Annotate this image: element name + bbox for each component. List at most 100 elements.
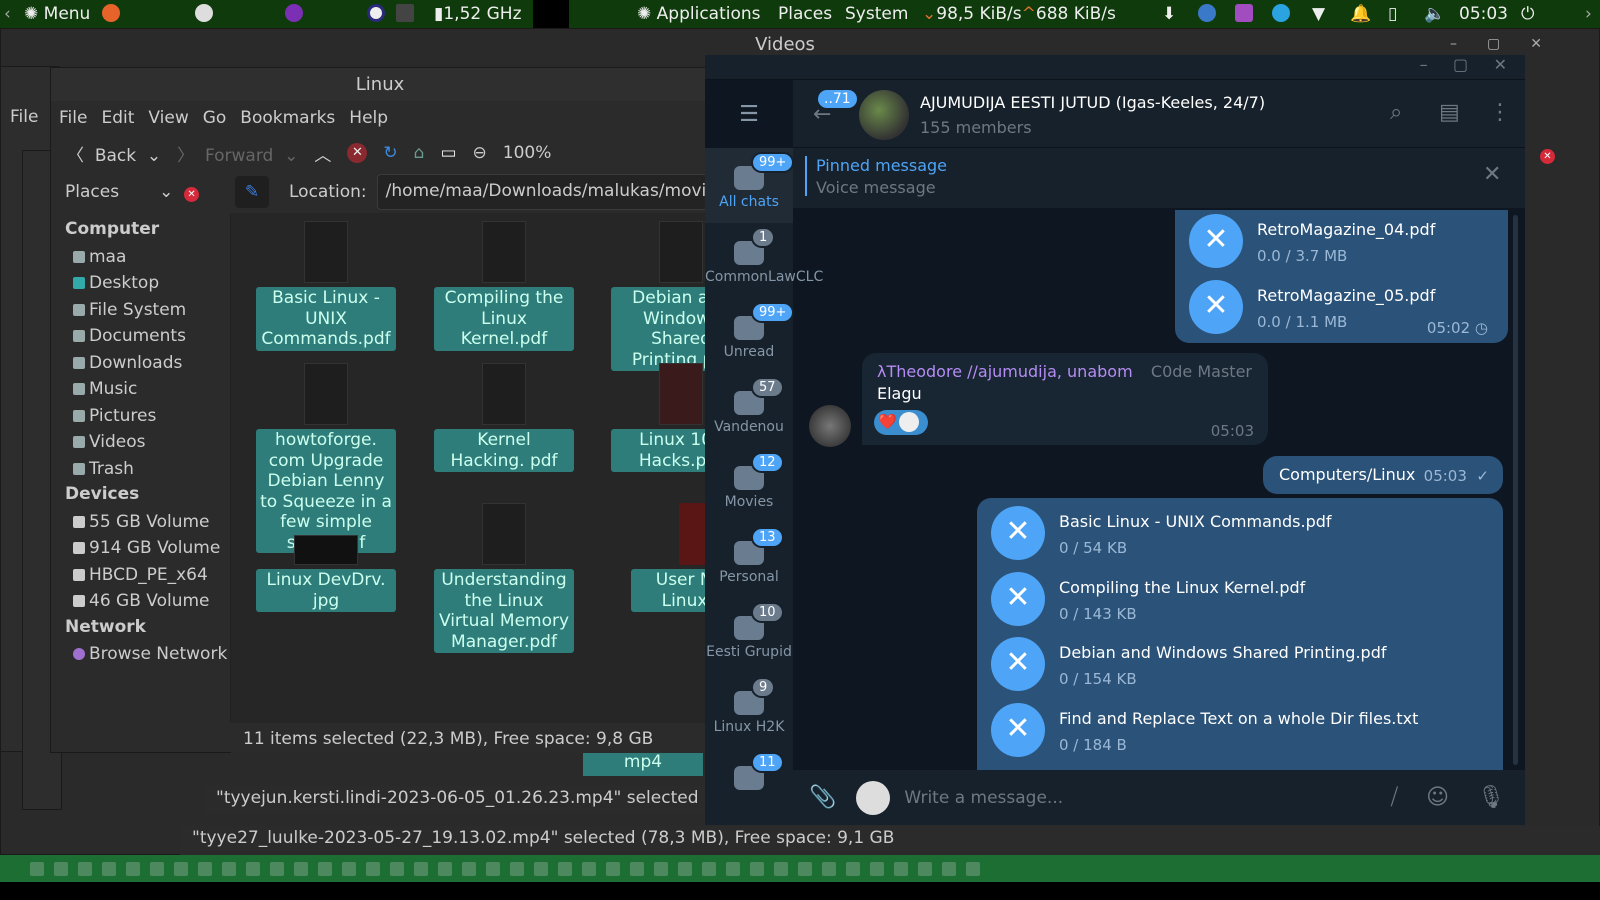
taskbar-window-button[interactable] xyxy=(942,861,956,876)
file-item[interactable]: Linux 101 Hacks.pdf xyxy=(611,363,711,472)
sidebar-item-trash[interactable]: Trash xyxy=(51,456,230,483)
taskbar-window-button[interactable] xyxy=(558,861,572,876)
taskbar-window-button[interactable] xyxy=(462,861,476,876)
taskbar-window-button[interactable] xyxy=(102,861,116,876)
taskbar-window-button[interactable] xyxy=(318,861,332,876)
file-item[interactable]: Linux DevDrv. jpg xyxy=(256,503,396,612)
cancel-download-icon[interactable]: ✕ xyxy=(991,702,1045,757)
pinned-message-bar[interactable]: Pinned message Voice message ✕ xyxy=(793,148,1525,208)
places-menu[interactable]: Places xyxy=(778,4,832,24)
sidebar-item-volume[interactable]: 46 GB Volume xyxy=(51,588,230,615)
telegram-tray-icon[interactable] xyxy=(1272,4,1290,27)
taskbar-window-button[interactable] xyxy=(726,861,740,876)
file-item[interactable]: Debian and Windows Shared Printing.pdf xyxy=(611,221,711,375)
download-arrow-icon[interactable]: ⬇ xyxy=(1162,4,1176,24)
reaction-heart[interactable]: ❤️ xyxy=(874,410,928,435)
chat-scrollbar[interactable] xyxy=(1513,215,1518,765)
reload-button[interactable]: ↻ xyxy=(383,143,397,163)
microphone-icon[interactable]: 🎙 xyxy=(1477,785,1505,810)
more-icon[interactable]: ⋮ xyxy=(1489,100,1511,125)
close-sidebar-icon[interactable]: ✕ xyxy=(184,187,200,202)
taskbar-window-button[interactable] xyxy=(342,861,356,876)
bg-menu-file[interactable]: File xyxy=(10,107,38,127)
folder-tab[interactable]: 57 Vandenou xyxy=(705,373,793,448)
sidebar-item-maa[interactable]: maa xyxy=(51,244,230,271)
attach-icon[interactable]: 📎 xyxy=(809,785,836,810)
taskbar-window-button[interactable] xyxy=(222,861,236,876)
qbittorrent-icon[interactable] xyxy=(1198,4,1216,27)
firefox-icon[interactable] xyxy=(102,4,120,27)
taskbar-window-button[interactable] xyxy=(414,861,428,876)
zoom-out-button[interactable]: ⊖ xyxy=(473,143,487,163)
location-input[interactable]: /home/maa/Downloads/malukas/movies/Linux xyxy=(376,174,709,210)
taskbar-window-button[interactable] xyxy=(438,861,452,876)
folder-tab[interactable]: 11 xyxy=(705,748,793,823)
sidebar-item-downloads[interactable]: Downloads xyxy=(51,350,230,377)
chat-title[interactable]: AJUMUDIJA EESTI JUTUD (Igas-Keeles, 24/7… xyxy=(920,93,1265,112)
menu-edit[interactable]: Edit xyxy=(101,108,134,128)
window-controls[interactable]: – ▢ ✕ xyxy=(705,55,1525,80)
edit-location-button[interactable]: ✎ xyxy=(235,176,269,208)
places-selector[interactable]: Places ⌄ ✕ xyxy=(51,182,231,202)
taskbar-window-button[interactable] xyxy=(126,861,140,876)
audio-app-icon[interactable] xyxy=(1235,4,1253,27)
folder-tab[interactable]: 13 Personal xyxy=(705,523,793,598)
taskbar-window-button[interactable] xyxy=(390,861,404,876)
sidebar-item-filesystem[interactable]: File System xyxy=(51,297,230,324)
cancel-download-icon[interactable]: ✕ xyxy=(1189,279,1243,334)
folder-tab[interactable]: 1 CommonLawCLC xyxy=(705,223,823,298)
taskbar-window-button[interactable] xyxy=(702,861,716,876)
wifi-icon[interactable]: ▼ xyxy=(1312,4,1325,24)
taskbar-window-button[interactable] xyxy=(174,861,188,876)
taskbar-window-button[interactable] xyxy=(270,861,284,876)
document-item[interactable]: ✕ Basic Linux - UNIX Commands.pdf 0 / 54 K… xyxy=(991,506,1489,572)
cancel-download-icon[interactable]: ✕ xyxy=(991,571,1045,626)
computer-button[interactable]: ▭ xyxy=(440,143,456,163)
taskbar-window-button[interactable] xyxy=(774,861,788,876)
sender-name[interactable]: λTheodore //ajumudija, unabom xyxy=(877,362,1133,381)
taskbar-window-button[interactable] xyxy=(870,861,884,876)
file-item[interactable]: Basic Linux - UNIX Commands.pdf xyxy=(256,221,396,351)
chat-avatar[interactable] xyxy=(859,90,909,140)
taskbar-window-button[interactable] xyxy=(798,861,812,876)
taskbar-window-button[interactable] xyxy=(150,861,164,876)
taskbar-window-button[interactable] xyxy=(54,861,68,876)
system-menu[interactable]: System xyxy=(845,4,908,24)
power-icon[interactable]: ⏻ xyxy=(1521,4,1534,24)
folder-tab[interactable]: 99+ Unread xyxy=(705,298,795,373)
taskbar-window-button[interactable] xyxy=(750,861,764,876)
menu-bookmarks[interactable]: Bookmarks xyxy=(240,108,335,128)
taskbar-window-button[interactable] xyxy=(678,861,692,876)
folder-tab[interactable]: 10 Eesti Grupid xyxy=(705,598,793,673)
sidebar-item-documents[interactable]: Documents xyxy=(51,323,230,350)
panel-scroll-right[interactable]: › xyxy=(1585,4,1592,24)
taskbar-window-button[interactable] xyxy=(366,861,380,876)
taskbar-window-button[interactable] xyxy=(198,861,212,876)
document-item[interactable]: ✕ Find and Replace Text on a whole Dir fi… xyxy=(991,702,1489,769)
menu-file[interactable]: File xyxy=(59,108,87,128)
panel-scroll-left[interactable]: ‹ xyxy=(4,4,11,24)
taskbar-window-button[interactable] xyxy=(510,861,524,876)
folder-tab[interactable]: 12 Movies xyxy=(705,448,793,523)
sidebar-item-volume[interactable]: 55 GB Volume xyxy=(51,509,230,536)
document-item[interactable]: ✕ Debian and Windows Shared Printing.pdf 0… xyxy=(991,637,1489,703)
send-as-avatar[interactable] xyxy=(856,780,891,815)
forward-button[interactable]: 〉 Forward ⌄ xyxy=(177,141,298,166)
bg-file-label[interactable]: mp4 xyxy=(583,752,703,776)
folder-tab[interactable]: 99+ All chats xyxy=(705,148,795,223)
search-icon[interactable]: ⌕ xyxy=(1390,100,1402,125)
voice-chat-icon[interactable]: ▤ xyxy=(1439,100,1460,125)
cancel-download-icon[interactable]: ✕ xyxy=(991,637,1045,691)
taskbar-window-button[interactable] xyxy=(654,861,668,876)
sidebar-item-volume[interactable]: HBCD_PE_x64 xyxy=(51,562,230,589)
menu-go[interactable]: Go xyxy=(203,108,227,128)
cancel-download-icon[interactable]: ✕ xyxy=(1189,214,1243,268)
battery-icon[interactable]: ▯ xyxy=(1388,4,1397,24)
taskbar-window-button[interactable] xyxy=(246,861,260,876)
taskbar-window-button[interactable] xyxy=(534,861,548,876)
hamburger-menu-icon[interactable]: ☰ xyxy=(705,80,793,148)
terminal-icon[interactable] xyxy=(396,4,414,27)
taskbar-window-button[interactable] xyxy=(582,861,596,876)
sidebar-item-pictures[interactable]: Pictures xyxy=(51,403,230,430)
bot-commands-icon[interactable]: ⧸ xyxy=(1391,785,1398,810)
